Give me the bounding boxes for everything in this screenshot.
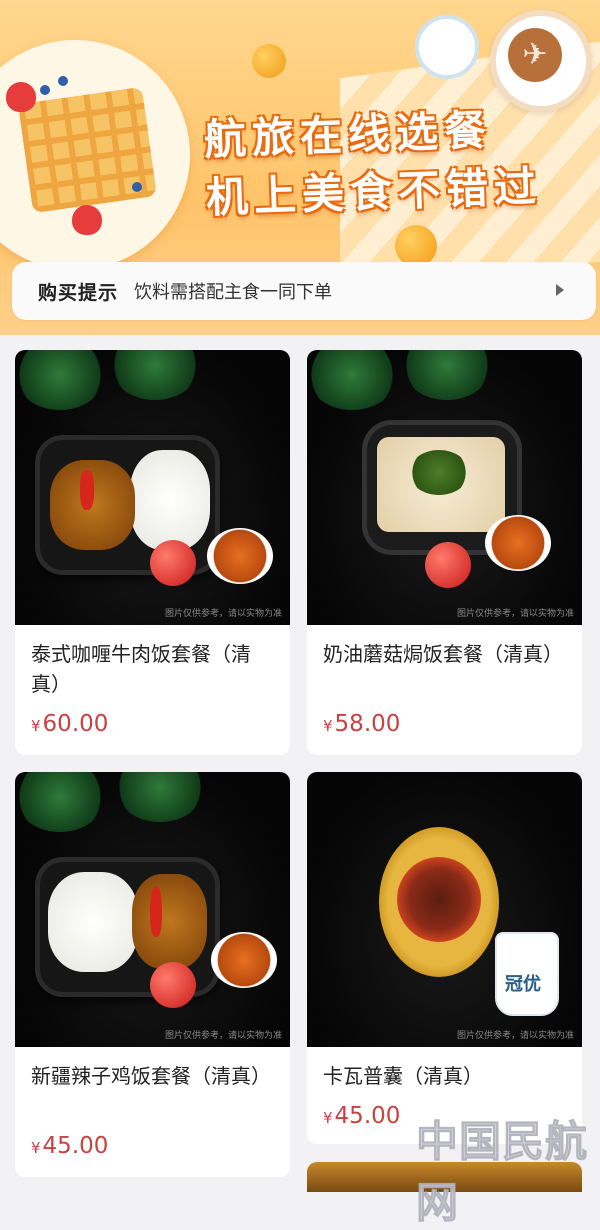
image-caption: 图片仅供参考，请以实物为准 [164, 1031, 282, 1041]
apple [150, 540, 196, 586]
image-caption: 图片仅供参考，请以实物为准 [456, 1031, 574, 1041]
product-name: 奶油蘑菇焗饭套餐（清真） [323, 642, 563, 666]
yogurt-label: 冠优 [505, 974, 541, 995]
product-image: 冠优 图片仅供参考，请以实物为准 [307, 772, 582, 1047]
product-card[interactable]: 图片仅供参考，请以实物为准 新疆辣子鸡饭套餐（清真） ¥45.00 [15, 772, 290, 1177]
banner-headline: 航旅在线选餐 机上美食不错过 [203, 99, 567, 227]
product-card[interactable]: 冠优 图片仅供参考，请以实物为准 卡瓦普囊（清真） ¥45.00 [307, 772, 582, 1144]
milk-cup-decoration [415, 15, 479, 79]
leaf-decoration [15, 350, 105, 410]
tip-text: 饮料需搭配主食一同下单 [134, 282, 333, 303]
image-caption: 图片仅供参考，请以实物为准 [456, 609, 574, 619]
product-name: 泰式咖喱牛肉饭套餐（清真） [31, 642, 251, 696]
side-dish [207, 528, 273, 584]
price-value: 60.00 [42, 711, 109, 737]
product-price: ¥45.00 [31, 1133, 274, 1159]
product-image: 图片仅供参考，请以实物为准 [307, 350, 582, 625]
rice [48, 872, 138, 972]
pepper [150, 887, 162, 937]
airline-logo-icon: ✈ [508, 28, 562, 82]
yogurt-cup: 冠优 [495, 932, 559, 1016]
product-name: 卡瓦普囊（清真） [323, 1064, 483, 1088]
currency-symbol: ¥ [323, 717, 333, 735]
product-image: 图片仅供参考，请以实物为准 [15, 772, 290, 1047]
currency-symbol: ¥ [31, 1139, 41, 1157]
pepper [80, 470, 94, 510]
product-card[interactable]: 图片仅供参考，请以实物为准 奶油蘑菇焗饭套餐（清真） ¥58.00 [307, 350, 582, 755]
image-caption: 图片仅供参考，请以实物为准 [164, 609, 282, 619]
price-value: 58.00 [334, 711, 401, 737]
apple [425, 542, 471, 588]
leaf-decoration [15, 772, 105, 832]
leaf-decoration [115, 772, 205, 822]
tip-title: 购买提示 [38, 281, 119, 304]
product-name: 新疆辣子鸡饭套餐（清真） [31, 1064, 271, 1088]
side-dish [485, 515, 551, 571]
coffee-cup-logo: ✈ [490, 10, 592, 112]
rice [130, 450, 210, 550]
product-card[interactable]: 图片仅供参考，请以实物为准 泰式咖喱牛肉饭套餐（清真） ¥60.00 [15, 350, 290, 755]
leaf-decoration [402, 350, 492, 400]
purchase-tip-bar[interactable]: 购买提示 饮料需搭配主食一同下单 [12, 262, 596, 320]
price-value: 45.00 [42, 1133, 109, 1159]
currency-symbol: ¥ [31, 717, 41, 735]
waffle-illustration [17, 86, 158, 214]
product-image: 图片仅供参考，请以实物为准 [15, 350, 290, 625]
side-dish [211, 932, 277, 988]
herbs [409, 450, 469, 495]
product-price: ¥58.00 [323, 711, 566, 737]
apple [150, 962, 196, 1008]
strawberry-decoration [72, 205, 102, 235]
product-price: ¥60.00 [31, 711, 274, 737]
blueberry-decoration [132, 182, 142, 192]
currency-symbol: ¥ [323, 1109, 333, 1127]
blueberry-decoration [58, 76, 68, 86]
price-value: 45.00 [334, 1103, 401, 1129]
leaf-decoration [110, 350, 200, 400]
strawberry-decoration [6, 82, 36, 112]
chevron-right-icon [556, 284, 564, 296]
spicy-chicken [132, 874, 207, 969]
blueberry-decoration [40, 85, 50, 95]
curry-beef [50, 460, 135, 550]
orange-decoration [395, 225, 437, 267]
orange-decoration [252, 44, 286, 78]
watermark: 中国民航网 [416, 1117, 589, 1228]
kavap-bread [379, 827, 499, 977]
leaf-decoration [307, 350, 397, 410]
meat-filling [397, 857, 481, 942]
